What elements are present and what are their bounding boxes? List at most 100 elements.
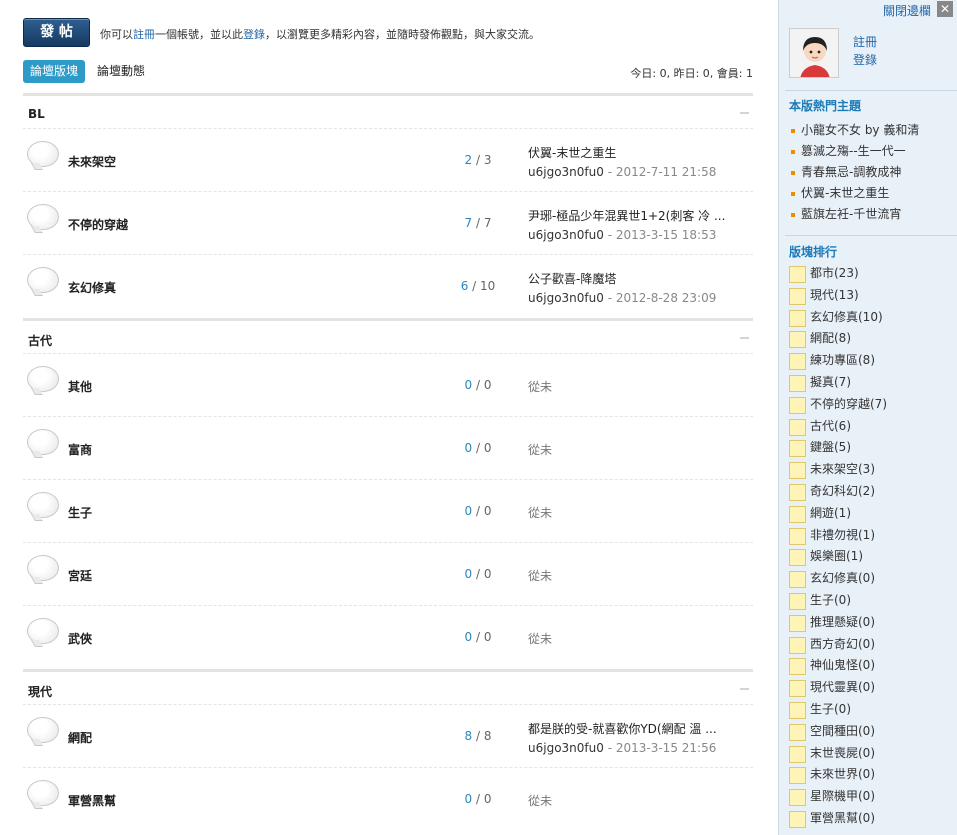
last-post-never: 從未 [528, 443, 553, 457]
hot-topic-link[interactable]: 篡滅之殤--生一代一 [791, 141, 919, 162]
login-link[interactable]: 登錄 [243, 28, 265, 41]
rank-item-link[interactable]: 未來世界(0) [789, 764, 887, 786]
rank-item-link[interactable]: 推理懸疑(0) [789, 612, 887, 634]
forum-name-link[interactable]: 未來架空 [68, 153, 116, 170]
last-post-user-link[interactable]: u6jgo3n0fu0 [528, 165, 604, 179]
rank-item-link[interactable]: 生子(0) [789, 590, 887, 612]
forum-name-link[interactable]: 宮廷 [68, 567, 92, 584]
forum-counts: 7 / 7 [464, 216, 492, 230]
post-count: 3 [483, 153, 492, 167]
forum-list: BL 未來架空 2 / 3 伏翼-末世之重生 u6jgo3n0fu0 - 2012-7-… [23, 93, 753, 831]
post-count: 0 [483, 792, 492, 806]
rank-item-link[interactable]: 星際機甲(0) [789, 786, 887, 808]
collapse-icon[interactable] [740, 337, 749, 339]
rank-item-link[interactable]: 神仙鬼怪(0) [789, 655, 887, 677]
collapse-icon[interactable] [740, 688, 749, 690]
post-count: 0 [483, 441, 492, 455]
register-link[interactable]: 註冊 [133, 28, 155, 41]
forum-row: 武俠 0 / 0 從未 [23, 606, 753, 669]
hot-topic-link[interactable]: 小龍女不女 by 義和清 [791, 120, 919, 141]
forum-row: 軍營黑幫 0 / 0 從未 [23, 768, 753, 831]
last-post-title-link[interactable]: 都是朕的受-就喜歡你YD(網配 溫 ... [528, 722, 717, 736]
post-button[interactable]: 發 帖 [23, 18, 90, 47]
rank-item-link[interactable]: 軍營黑幫(0) [789, 808, 887, 830]
sidebar: 關閉邊欄 ✕ 註冊 登錄 本版熱門主題 小龍女不女 by 義和清 篡滅之殤--生一… [778, 0, 957, 835]
rank-item-link[interactable]: 鍵盤(5) [789, 437, 887, 459]
category-header: BL [23, 93, 753, 129]
rank-item-link[interactable]: 古代(6) [789, 416, 887, 438]
forum-bubble-icon [27, 429, 59, 455]
last-post-title-link[interactable]: 伏翼-末世之重生 [528, 146, 616, 160]
collapse-icon[interactable] [740, 112, 749, 114]
forum-name-link[interactable]: 富商 [68, 441, 92, 458]
rank-item-link[interactable]: 空間種田(0) [789, 721, 887, 743]
rank-item-link[interactable]: 網遊(1) [789, 503, 887, 525]
last-post-time: 2013-3-15 18:53 [615, 228, 717, 242]
forum-row: 其他 0 / 0 從未 [23, 354, 753, 417]
rank-item-link[interactable]: 末世喪屍(0) [789, 743, 887, 765]
rank-item-link[interactable]: 都市(23) [789, 263, 887, 285]
hot-topic-link[interactable]: 青春無忌-調教成神 [791, 162, 919, 183]
forum-counts: 0 / 0 [464, 567, 492, 581]
sidebar-register-link[interactable]: 註冊 [853, 33, 877, 51]
last-post-never: 從未 [528, 506, 553, 520]
category-name: 現代 [28, 685, 53, 699]
forum-name-link[interactable]: 其他 [68, 378, 92, 395]
category-name: 古代 [28, 334, 53, 348]
forum-bubble-icon [27, 618, 59, 644]
sidebar-login-link[interactable]: 登錄 [853, 51, 877, 69]
last-post-time: 2012-8-28 23:09 [615, 291, 717, 305]
forum-stats: 今日: 0, 昨日: 0, 會員: 1 [630, 67, 753, 80]
last-post-user-link[interactable]: u6jgo3n0fu0 [528, 741, 604, 755]
tab-forum-sections[interactable]: 論壇版塊 [23, 60, 86, 83]
last-post-title-link[interactable]: 尹琊-極品少年混異世1+2(刺客 冷 ... [528, 209, 725, 223]
forum-rank-list: 都市(23) 現代(13) 玄幻修真(10) 網配(8) 練功專區(8) 擬真(7) 不停的… [789, 263, 887, 830]
forum-name-link[interactable]: 不停的穿越 [68, 216, 128, 233]
forum-name-link[interactable]: 武俠 [68, 630, 92, 647]
close-sidebar-link[interactable]: 關閉邊欄 [883, 2, 931, 19]
hot-topic-link[interactable]: 伏翼-末世之重生 [791, 183, 919, 204]
rank-item-link[interactable]: 現代靈異(0) [789, 677, 887, 699]
forum-name-link[interactable]: 網配 [68, 729, 92, 746]
forum-name-link[interactable]: 軍營黑幫 [68, 792, 116, 809]
last-post: 伏翼-末世之重生 u6jgo3n0fu0 - 2012-7-11 21:58 [528, 144, 748, 179]
rank-item-link[interactable]: 非禮勿視(1) [789, 525, 887, 547]
rank-item-link[interactable]: 網配(8) [789, 328, 887, 350]
forum-row: 未來架空 2 / 3 伏翼-末世之重生 u6jgo3n0fu0 - 2012-7-11… [23, 129, 753, 192]
thread-count: 0 [464, 441, 473, 455]
category-forums: 未來架空 2 / 3 伏翼-末世之重生 u6jgo3n0fu0 - 2012-7-11… [23, 129, 753, 318]
rank-item-link[interactable]: 西方奇幻(0) [789, 634, 887, 656]
rank-item-link[interactable]: 奇幻科幻(2) [789, 481, 887, 503]
thread-count: 0 [464, 567, 473, 581]
forum-counts: 0 / 0 [464, 441, 492, 455]
rank-item-link[interactable]: 娛樂圈(1) [789, 546, 887, 568]
rank-item-link[interactable]: 不停的穿越(7) [789, 394, 887, 416]
forum-row: 生子 0 / 0 從未 [23, 480, 753, 543]
rank-item-link[interactable]: 生子(0) [789, 699, 887, 721]
close-icon[interactable]: ✕ [937, 1, 953, 17]
rank-item-link[interactable]: 練功專區(8) [789, 350, 887, 372]
thread-count: 7 [464, 216, 473, 230]
rank-item-link[interactable]: 現代(13) [789, 285, 887, 307]
tab-forum-activity[interactable]: 論壇動態 [90, 60, 152, 83]
forum-name-link[interactable]: 生子 [68, 504, 92, 521]
hot-topic-link[interactable]: 藍旗左衽-千世流宵 [791, 204, 919, 225]
last-post-user-link[interactable]: u6jgo3n0fu0 [528, 228, 604, 242]
rank-item-link[interactable]: 玄幻修真(0) [789, 568, 887, 590]
forum-bubble-icon [27, 717, 59, 743]
thread-count: 0 [464, 792, 473, 806]
forum-bubble-icon [27, 492, 59, 518]
last-post-user-link[interactable]: u6jgo3n0fu0 [528, 291, 604, 305]
category-header: 古代 [23, 318, 753, 354]
thread-count: 0 [464, 378, 473, 392]
divider [785, 235, 957, 236]
forum-counts: 0 / 0 [464, 378, 492, 392]
rank-item-link[interactable]: 未來架空(3) [789, 459, 887, 481]
main-content: 發 帖 你可以註冊一個帳號，並以此登錄，以瀏覽更多精彩內容，並隨時發佈觀點，與大… [0, 0, 778, 835]
hot-topics-title: 本版熱門主題 [789, 99, 862, 113]
forum-name-link[interactable]: 玄幻修真 [68, 279, 116, 296]
rank-item-link[interactable]: 擬真(7) [789, 372, 887, 394]
last-post-title-link[interactable]: 公子歡喜-降魔塔 [528, 272, 616, 286]
last-post-never: 從未 [528, 380, 553, 394]
rank-item-link[interactable]: 玄幻修真(10) [789, 307, 887, 329]
